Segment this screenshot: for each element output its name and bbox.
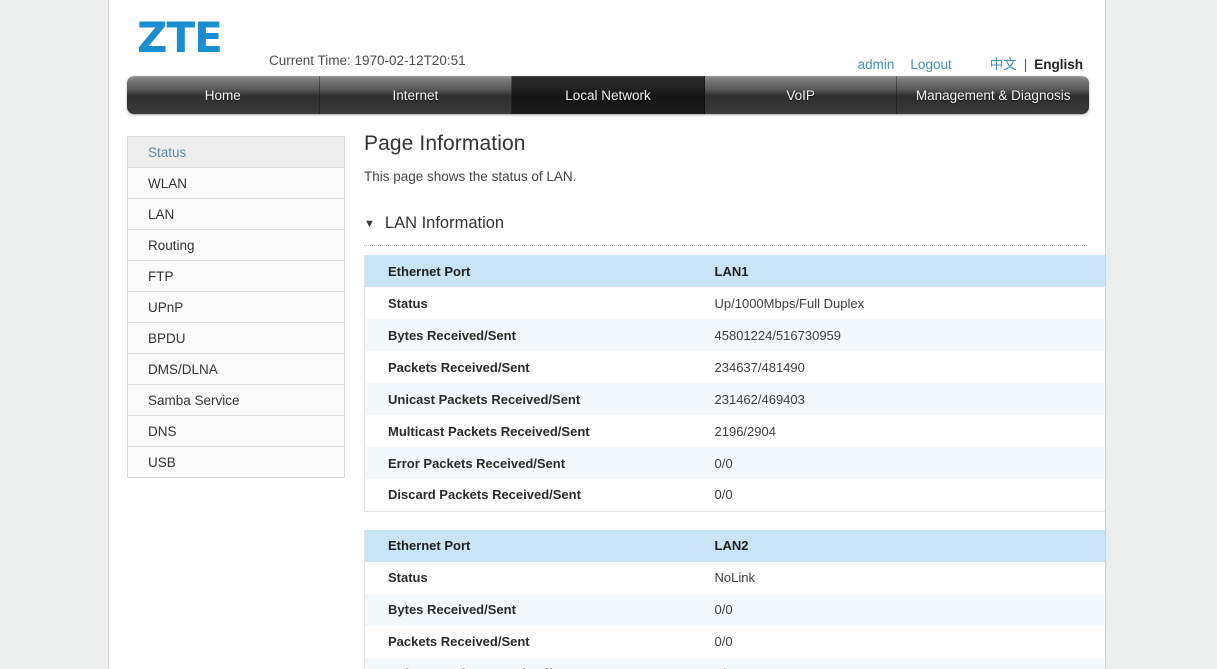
row-key: Packets Received/Sent xyxy=(365,626,715,658)
row-key: Packets Received/Sent xyxy=(365,351,715,383)
row-key: Multicast Packets Received/Sent xyxy=(365,415,715,447)
table-row: Multicast Packets Received/Sent2196/2904 xyxy=(365,415,1107,447)
row-value: 2196/2904 xyxy=(715,415,1107,447)
section-title: LAN Information xyxy=(385,214,504,233)
sidebar-item-wlan[interactable]: WLAN xyxy=(128,168,344,199)
row-value: Up/1000Mbps/Full Duplex xyxy=(715,287,1107,319)
row-value: 0/0 xyxy=(715,594,1107,626)
sidebar-item-upnp[interactable]: UPnP xyxy=(128,292,344,323)
nav-item-internet[interactable]: Internet xyxy=(320,76,513,114)
nav-item-voip[interactable]: VoIP xyxy=(705,76,898,114)
table-row: Error Packets Received/Sent0/0 xyxy=(365,447,1107,479)
page-shell: ZTE Current Time: 1970-02-12T20:51 admin… xyxy=(108,0,1106,669)
logout-link[interactable]: Logout xyxy=(910,57,951,72)
sidebar-item-ftp[interactable]: FTP xyxy=(128,261,344,292)
page-title: Page Information xyxy=(364,132,1087,156)
sidebar-menu: StatusWLANLANRoutingFTPUPnPBPDUDMS/DLNAS… xyxy=(127,136,345,478)
table-row: Unicast Packets Received/Sent231462/4694… xyxy=(365,383,1107,415)
lan-tables-container: Ethernet PortLAN1StatusUp/1000Mbps/Full … xyxy=(364,255,1087,669)
table-row: Unicast Packets Received/Sent0/0 xyxy=(365,658,1107,669)
row-value: 0/0 xyxy=(715,658,1107,669)
table-row: Packets Received/Sent234637/481490 xyxy=(365,351,1107,383)
language-english-link[interactable]: English xyxy=(1034,57,1083,72)
page-header: ZTE Current Time: 1970-02-12T20:51 admin… xyxy=(109,0,1105,76)
row-key: Error Packets Received/Sent xyxy=(365,447,715,479)
content-area: Page Information This page shows the sta… xyxy=(345,114,1105,669)
sidebar-item-samba-service[interactable]: Samba Service xyxy=(128,385,344,416)
sidebar-item-dms-dlna[interactable]: DMS/DLNA xyxy=(128,354,344,385)
nav-item-management-diagnosis[interactable]: Management & Diagnosis xyxy=(897,76,1089,114)
row-key: Discard Packets Received/Sent xyxy=(365,479,715,511)
table-row: Packets Received/Sent0/0 xyxy=(365,626,1107,658)
row-value: NoLink xyxy=(715,562,1107,594)
row-value: 45801224/516730959 xyxy=(715,319,1107,351)
row-key: Status xyxy=(365,287,715,319)
row-value: 0/0 xyxy=(715,626,1107,658)
table-row: StatusUp/1000Mbps/Full Duplex xyxy=(365,287,1107,319)
current-user-label: admin xyxy=(858,57,895,72)
language-chinese-link[interactable]: 中文 xyxy=(990,53,1017,73)
sidebar-item-status[interactable]: Status xyxy=(128,137,344,168)
sidebar-item-bpdu[interactable]: BPDU xyxy=(128,323,344,354)
row-key: Bytes Received/Sent xyxy=(365,319,715,351)
row-key: Unicast Packets Received/Sent xyxy=(365,658,715,669)
row-value: 231462/469403 xyxy=(715,383,1107,415)
table-row: Bytes Received/Sent45801224/516730959 xyxy=(365,319,1107,351)
page-body: StatusWLANLANRoutingFTPUPnPBPDUDMS/DLNAS… xyxy=(109,114,1105,669)
sidebar-item-dns[interactable]: DNS xyxy=(128,416,344,447)
header-account-bar: admin Logout 中文 | English xyxy=(858,53,1083,73)
row-value: LAN1 xyxy=(715,255,1107,287)
language-separator: | xyxy=(1024,57,1028,72)
nav-item-local-network[interactable]: Local Network xyxy=(512,76,705,114)
table-header-row: Ethernet PortLAN1 xyxy=(365,255,1107,287)
nav-item-home[interactable]: Home xyxy=(127,76,320,114)
row-key: Ethernet Port xyxy=(365,530,715,562)
page-description: This page shows the status of LAN. xyxy=(364,169,1087,184)
row-key: Unicast Packets Received/Sent xyxy=(365,383,715,415)
main-navigation: HomeInternetLocal NetworkVoIPManagement … xyxy=(127,76,1089,114)
row-value: 0/0 xyxy=(715,479,1107,511)
zte-logo: ZTE xyxy=(137,17,222,59)
row-value: LAN2 xyxy=(715,530,1107,562)
row-key: Bytes Received/Sent xyxy=(365,594,715,626)
lan-information-section-header[interactable]: ▼ LAN Information xyxy=(364,214,1087,246)
router-admin-page: ZTE Current Time: 1970-02-12T20:51 admin… xyxy=(0,0,1217,669)
table-row: Bytes Received/Sent0/0 xyxy=(365,594,1107,626)
lan-info-table: Ethernet PortLAN1StatusUp/1000Mbps/Full … xyxy=(364,255,1106,512)
sidebar-item-usb[interactable]: USB xyxy=(128,447,344,478)
sidebar-item-routing[interactable]: Routing xyxy=(128,230,344,261)
row-value: 234637/481490 xyxy=(715,351,1107,383)
sidebar-item-lan[interactable]: LAN xyxy=(128,199,344,230)
table-header-row: Ethernet PortLAN2 xyxy=(365,530,1107,562)
chevron-down-icon[interactable]: ▼ xyxy=(364,219,375,230)
lan-info-table: Ethernet PortLAN2StatusNoLinkBytes Recei… xyxy=(364,530,1106,669)
row-value: 0/0 xyxy=(715,447,1107,479)
table-row: StatusNoLink xyxy=(365,562,1107,594)
row-key: Status xyxy=(365,562,715,594)
table-row: Discard Packets Received/Sent0/0 xyxy=(365,479,1107,511)
current-time-label: Current Time: 1970-02-12T20:51 xyxy=(269,53,466,68)
row-key: Ethernet Port xyxy=(365,255,715,287)
